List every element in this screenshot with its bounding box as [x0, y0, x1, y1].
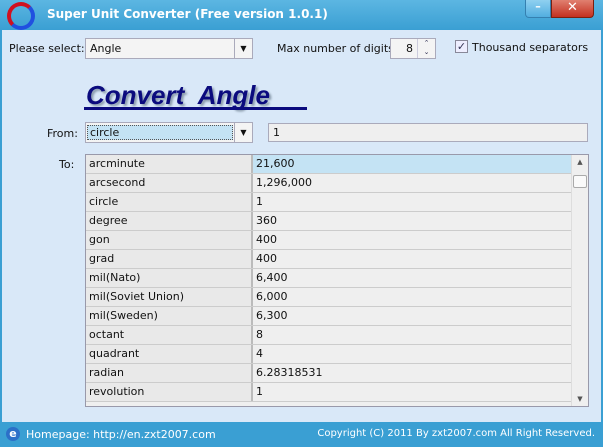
unit-name: mil(Soviet Union) — [86, 288, 253, 306]
homepage-link[interactable]: Homepage: http://en.zxt2007.com — [26, 428, 216, 441]
unit-value: 4 — [256, 347, 263, 360]
title-underline — [84, 107, 307, 110]
table-row[interactable]: mil(Nato) 6,400 — [86, 269, 588, 288]
table-row[interactable]: mil(Sweden) 6,300 — [86, 307, 588, 326]
table-row[interactable]: grad 400 — [86, 250, 588, 269]
unit-name: revolution — [86, 383, 253, 401]
table-row[interactable]: degree 360 — [86, 212, 588, 231]
digits-stepper[interactable]: 8 ⌃ ⌄ — [390, 38, 436, 59]
unit-value: 6,400 — [256, 271, 288, 284]
unit-name: radian — [86, 364, 253, 382]
table-row[interactable]: quadrant 4 — [86, 345, 588, 364]
table-row[interactable]: gon 400 — [86, 231, 588, 250]
browser-icon: e — [6, 427, 20, 441]
table-row[interactable]: radian 6.28318531 — [86, 364, 588, 383]
from-label: From: — [47, 127, 78, 140]
table-row[interactable]: circle 1 — [86, 193, 588, 212]
spin-arrows-icon[interactable]: ⌃ ⌄ — [417, 39, 435, 58]
table-row[interactable]: mil(Soviet Union) 6,000 — [86, 288, 588, 307]
table-row[interactable]: arcminute 21,600 — [86, 155, 588, 174]
close-button[interactable]: ✕ — [551, 0, 594, 18]
minimize-button[interactable]: – — [525, 0, 551, 18]
unit-value: 6,000 — [256, 290, 288, 303]
unit-name: quadrant — [86, 345, 253, 363]
unit-value: 360 — [256, 214, 277, 227]
unit-value: 1 — [256, 195, 263, 208]
app-logo-icon — [7, 2, 35, 30]
table-row[interactable]: octant 8 — [86, 326, 588, 345]
unit-value: 400 — [256, 233, 277, 246]
thousand-separators-label: Thousand separators — [472, 41, 589, 54]
unit-name: circle — [86, 193, 253, 211]
category-label: Please select: — [9, 42, 85, 55]
scroll-thumb[interactable] — [573, 175, 587, 188]
to-label: To: — [59, 158, 75, 171]
from-unit-value: circle — [87, 125, 233, 140]
unit-name: arcsecond — [86, 174, 253, 192]
unit-name: grad — [86, 250, 253, 268]
thousand-separators-checkbox[interactable]: ✓ — [455, 40, 468, 53]
unit-name: arcminute — [86, 155, 253, 173]
category-select[interactable]: Angle ▼ — [85, 38, 253, 59]
results-table: arcminute 21,600 arcsecond 1,296,000 circle 1… — [85, 154, 589, 407]
table-row[interactable]: revolution 1 — [86, 383, 588, 402]
unit-name: octant — [86, 326, 253, 344]
unit-name: mil(Nato) — [86, 269, 253, 287]
from-unit-select[interactable]: circle ▼ — [85, 122, 253, 143]
unit-value: 8 — [256, 328, 263, 341]
title-bar: Super Unit Converter (Free version 1.0.1… — [0, 0, 603, 30]
unit-name: degree — [86, 212, 253, 230]
digits-label: Max number of digits: — [277, 42, 398, 55]
digits-value: 8 — [406, 42, 413, 55]
from-value-input[interactable]: 1 — [268, 123, 588, 142]
footer: e Homepage: http://en.zxt2007.com Copyri… — [0, 422, 603, 447]
table-row[interactable]: arcsecond 1,296,000 — [86, 174, 588, 193]
unit-name: gon — [86, 231, 253, 249]
unit-value: 1 — [256, 385, 263, 398]
window-title: Super Unit Converter (Free version 1.0.1… — [47, 7, 328, 21]
scroll-down-icon[interactable]: ▼ — [572, 395, 588, 403]
scroll-up-icon[interactable]: ▲ — [572, 158, 588, 166]
unit-value: 400 — [256, 252, 277, 265]
unit-value: 1,296,000 — [256, 176, 312, 189]
unit-value: 6.28318531 — [256, 366, 323, 379]
scrollbar[interactable]: ▲ ▼ — [571, 155, 588, 406]
unit-value: 21,600 — [253, 155, 588, 173]
category-value: Angle — [90, 42, 122, 55]
copyright-text: Copyright (C) 2011 By zxt2007.com All Ri… — [317, 428, 595, 439]
chevron-down-icon[interactable]: ▼ — [234, 39, 252, 58]
unit-value: 6,300 — [256, 309, 288, 322]
chevron-down-icon[interactable]: ▼ — [234, 123, 252, 142]
unit-name: mil(Sweden) — [86, 307, 253, 325]
